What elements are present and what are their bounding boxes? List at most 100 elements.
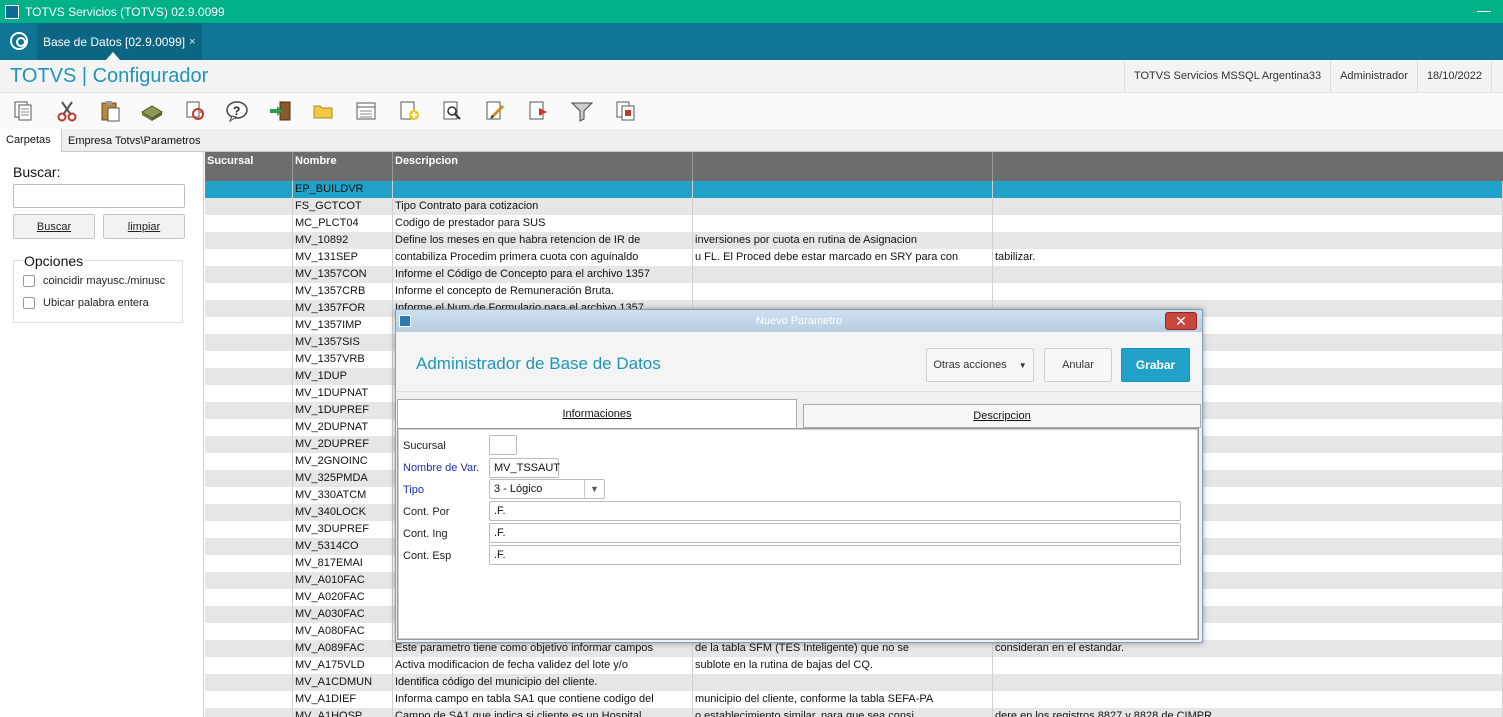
col-descripcion-2[interactable] bbox=[693, 152, 993, 181]
clear-button[interactable]: limpiar bbox=[103, 214, 185, 239]
table-row[interactable]: MV_A1DIEF Informa campo en tabla SA1 que … bbox=[205, 691, 1503, 708]
cont-esp-field[interactable]: .F. bbox=[489, 545, 1181, 565]
table-row[interactable]: MV_1357CON Informe el Código de Concepto … bbox=[205, 266, 1503, 283]
tab-descripcion[interactable]: Descripcion bbox=[803, 404, 1201, 428]
chevron-down-icon: ▼ bbox=[1018, 360, 1027, 370]
table-cell-nombre: MV_A1HOSP bbox=[293, 708, 393, 717]
tab-close-icon[interactable]: × bbox=[189, 36, 195, 48]
table-cell-sucursal bbox=[205, 623, 293, 640]
word-checkbox[interactable] bbox=[23, 297, 35, 309]
search-input[interactable] bbox=[13, 184, 185, 208]
dialog-header: Administrador de Base de Datos Otras acc… bbox=[396, 332, 1202, 392]
table-cell-d3 bbox=[993, 657, 1503, 674]
var-name-field[interactable]: MV_TSSAUT bbox=[489, 458, 560, 478]
paste-icon[interactable] bbox=[97, 99, 123, 123]
toolbar: ? bbox=[0, 93, 1503, 129]
tab-informaciones[interactable]: Informaciones bbox=[397, 399, 797, 428]
sucursal-label: Sucursal bbox=[403, 440, 446, 452]
tab-carpetas[interactable]: Carpetas bbox=[0, 129, 62, 152]
table-cell-nombre: MV_2DUPNAT bbox=[293, 419, 393, 436]
dialog-heading: Administrador de Base de Datos bbox=[416, 354, 661, 373]
dialog-titlebar: Nuevo Parametro ✕ bbox=[396, 310, 1202, 332]
table-cell-sucursal bbox=[205, 300, 293, 317]
header-info: TOTVS Servicios MSSQL Argentina33 Admini… bbox=[1123, 60, 1503, 93]
table-cell-nombre: MV_1357CON bbox=[293, 266, 393, 283]
exit-icon[interactable] bbox=[267, 99, 293, 123]
delete-doc-icon[interactable] bbox=[525, 99, 551, 123]
edit-doc-icon[interactable] bbox=[482, 99, 508, 123]
cut-icon[interactable] bbox=[54, 99, 80, 123]
table-row[interactable]: MV_131SEP contabiliza Procedim primera cu… bbox=[205, 249, 1503, 266]
table-cell-sucursal bbox=[205, 606, 293, 623]
table-cell-d1: Codigo de prestador para SUS bbox=[393, 215, 693, 232]
help-icon[interactable]: ? bbox=[224, 99, 250, 123]
dialog-title: Nuevo Parametro bbox=[755, 315, 843, 327]
table-cell-nombre: MC_PLCT04 bbox=[293, 215, 393, 232]
table-cell-d3 bbox=[993, 266, 1503, 283]
table-row[interactable]: MV_10892 Define los meses en que habra re… bbox=[205, 232, 1503, 249]
table-cell-sucursal bbox=[205, 674, 293, 691]
col-sucursal[interactable]: Sucursal bbox=[205, 152, 293, 181]
folder-icon[interactable] bbox=[310, 99, 336, 123]
table-cell-nombre: MV_2GNOINC bbox=[293, 453, 393, 470]
table-row[interactable]: MV_A1HOSP Campo de SA1 que indica si clie… bbox=[205, 708, 1503, 717]
case-checkbox[interactable] bbox=[23, 275, 35, 287]
save-button[interactable]: Grabar bbox=[1121, 348, 1190, 382]
filter-icon[interactable] bbox=[569, 99, 595, 123]
table-cell-d3 bbox=[993, 691, 1503, 708]
search-doc-icon[interactable] bbox=[439, 99, 465, 123]
table-row[interactable]: MV_1357CRB Informe el concepto de Remuner… bbox=[205, 283, 1503, 300]
col-nombre[interactable]: Nombre bbox=[293, 152, 393, 181]
table-cell-sucursal bbox=[205, 283, 293, 300]
table-cell-sucursal bbox=[205, 555, 293, 572]
minimize-button[interactable]: — bbox=[1477, 3, 1491, 17]
refresh-icon[interactable] bbox=[182, 99, 208, 123]
active-tab-indicator bbox=[106, 52, 120, 60]
table-cell-d3 bbox=[993, 215, 1503, 232]
chevron-down-icon[interactable]: ▼ bbox=[584, 480, 604, 498]
list-icon[interactable] bbox=[353, 99, 379, 123]
totvs-logo-icon[interactable] bbox=[10, 32, 28, 50]
sucursal-field[interactable] bbox=[489, 435, 517, 455]
app-icon bbox=[5, 4, 19, 19]
table-row[interactable]: EP_BUILDVR bbox=[205, 181, 1503, 198]
copy-icon[interactable] bbox=[10, 99, 36, 123]
case-label: coincidir mayusc./minusc bbox=[43, 275, 166, 287]
search-label: Buscar: bbox=[13, 164, 61, 180]
table-cell-sucursal bbox=[205, 198, 293, 215]
table-cell-d2: o establecimiento similar, para que sea … bbox=[693, 708, 993, 717]
tipo-select[interactable]: 3 - Lógico ▼ bbox=[489, 479, 605, 499]
table-cell-sucursal bbox=[205, 181, 293, 198]
copy-doc-icon[interactable] bbox=[612, 99, 638, 123]
cont-por-field[interactable]: .F. bbox=[489, 501, 1181, 521]
table-cell-d2 bbox=[693, 215, 993, 232]
table-row[interactable]: MC_PLCT04 Codigo de prestador para SUS bbox=[205, 215, 1503, 232]
cont-ing-field[interactable]: .F. bbox=[489, 523, 1181, 543]
date-label: 18/10/2022 bbox=[1416, 60, 1491, 93]
search-button[interactable]: Buscar bbox=[13, 214, 95, 239]
col-descripcion-3[interactable] bbox=[993, 152, 1503, 181]
table-row[interactable]: MV_A1CDMUN Identifica código del municipi… bbox=[205, 674, 1503, 691]
table-cell-nombre: MV_A080FAC bbox=[293, 623, 393, 640]
table-cell-nombre: MV_1357SIS bbox=[293, 334, 393, 351]
table-cell-d1: Activa modificacion de fecha validez del… bbox=[393, 657, 693, 674]
dialog-close-button[interactable]: ✕ bbox=[1165, 312, 1197, 330]
table-row[interactable]: FS_GCTCOT Tipo Contrato para cotizacion bbox=[205, 198, 1503, 215]
option-case-row[interactable]: coincidir mayusc./minusc bbox=[23, 275, 165, 287]
cont-ing-label: Cont. Ing bbox=[403, 528, 448, 540]
option-word-row[interactable]: Ubicar palabra entera bbox=[23, 297, 149, 309]
table-cell-d2: municipio del cliente, conforme la tabla… bbox=[693, 691, 993, 708]
other-actions-button[interactable]: Otras acciones ▼ bbox=[926, 348, 1034, 382]
table-cell-nombre: MV_A1DIEF bbox=[293, 691, 393, 708]
table-cell-sucursal bbox=[205, 436, 293, 453]
col-descripcion[interactable]: Descripcion bbox=[393, 152, 693, 181]
table-cell-nombre: MV_1357VRB bbox=[293, 351, 393, 368]
cancel-button[interactable]: Anular bbox=[1044, 348, 1112, 382]
table-cell-d3: dere en los registros 8827 y 8828 de CIM… bbox=[993, 708, 1503, 717]
add-doc-icon[interactable] bbox=[396, 99, 422, 123]
database-icon[interactable] bbox=[139, 99, 165, 123]
table-cell-nombre: MV_A020FAC bbox=[293, 589, 393, 606]
table-row[interactable]: MV_A175VLD Activa modificacion de fecha v… bbox=[205, 657, 1503, 674]
header-scroll-edge bbox=[1491, 60, 1503, 93]
table-cell-d3 bbox=[993, 181, 1503, 198]
